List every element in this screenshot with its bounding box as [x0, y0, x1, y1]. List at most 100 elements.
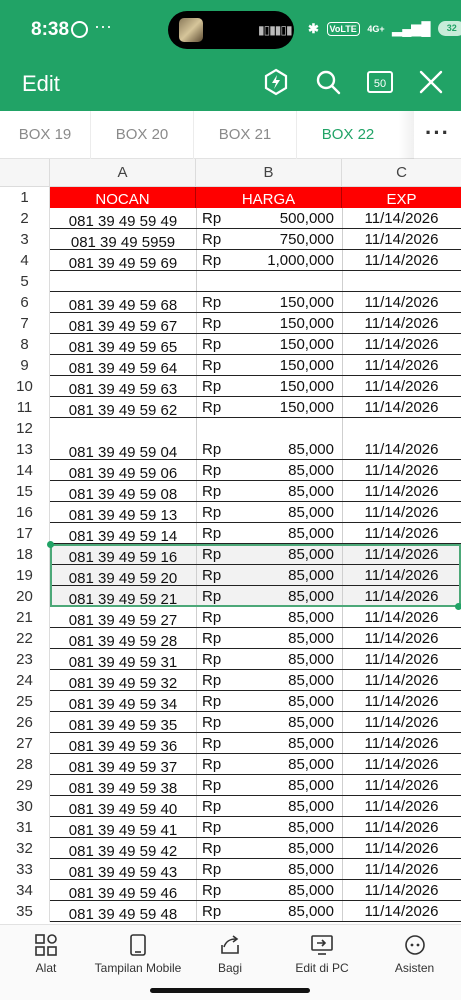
row-header[interactable]: 1: [0, 187, 50, 208]
cell-currency[interactable]: Rp: [202, 859, 232, 880]
cell-nocan[interactable]: 081 39 49 59 32: [50, 670, 196, 691]
cell-exp[interactable]: 11/14/2026: [342, 607, 461, 628]
row-header[interactable]: 26: [0, 712, 50, 733]
cell-harga[interactable]: 85,000: [232, 775, 334, 796]
spreadsheet-grid[interactable]: A B C 1 NOCAN HARGA EXP 2 081 39 49 59 49 Rp 50…: [0, 159, 461, 924]
row-header[interactable]: 2: [0, 208, 50, 229]
cell-exp[interactable]: [342, 271, 461, 292]
row-header[interactable]: 18: [0, 544, 50, 565]
cell-nocan[interactable]: 081 39 49 5959: [50, 229, 196, 250]
cell-exp[interactable]: 11/14/2026: [342, 754, 461, 775]
cell-nocan[interactable]: 081 39 49 59 38: [50, 775, 196, 796]
row-header[interactable]: 25: [0, 691, 50, 712]
cell-exp[interactable]: 11/14/2026: [342, 481, 461, 502]
cell-harga[interactable]: [232, 418, 334, 439]
cell-nocan[interactable]: 081 39 49 59 63: [50, 376, 196, 397]
dynamic-island[interactable]: ▮▯▮▮▯▮: [168, 11, 294, 49]
cell-exp[interactable]: 11/14/2026: [342, 208, 461, 229]
column-header-a[interactable]: A: [50, 159, 196, 187]
cell-harga[interactable]: 1,000,000: [232, 250, 334, 271]
more-tabs-icon[interactable]: ···: [414, 111, 461, 159]
row-header[interactable]: 3: [0, 229, 50, 250]
cell-exp[interactable]: 11/14/2026: [342, 817, 461, 838]
cell-exp[interactable]: 11/14/2026: [342, 502, 461, 523]
cell-currency[interactable]: Rp: [202, 901, 232, 922]
cell-nocan[interactable]: 081 39 49 59 69: [50, 250, 196, 271]
selection-handle-bottom[interactable]: [455, 603, 461, 610]
cell-harga[interactable]: 150,000: [232, 292, 334, 313]
cell-exp[interactable]: 11/14/2026: [342, 670, 461, 691]
cell-exp[interactable]: 11/14/2026: [342, 880, 461, 901]
cell-harga[interactable]: 150,000: [232, 397, 334, 418]
cell-nocan[interactable]: 081 39 49 59 06: [50, 460, 196, 481]
row-header[interactable]: 32: [0, 838, 50, 859]
wps-ai-icon[interactable]: [262, 68, 290, 96]
cell-harga[interactable]: 150,000: [232, 355, 334, 376]
cell-exp[interactable]: 11/14/2026: [342, 460, 461, 481]
row-header[interactable]: 10: [0, 376, 50, 397]
row-header[interactable]: 6: [0, 292, 50, 313]
cell-nocan[interactable]: 081 39 49 59 43: [50, 859, 196, 880]
cell-currency[interactable]: Rp: [202, 607, 232, 628]
cell-currency[interactable]: Rp: [202, 439, 232, 460]
tab-box-21[interactable]: BOX 21: [194, 111, 296, 159]
cell-currency[interactable]: Rp: [202, 880, 232, 901]
cell-exp[interactable]: 11/14/2026: [342, 859, 461, 880]
cell-harga[interactable]: 750,000: [232, 229, 334, 250]
row-header[interactable]: 27: [0, 733, 50, 754]
cell-nocan[interactable]: 081 39 49 59 08: [50, 481, 196, 502]
row-header[interactable]: 20: [0, 586, 50, 607]
cell-nocan[interactable]: 081 39 49 59 46: [50, 880, 196, 901]
edit-on-pc-button[interactable]: Edit di PC: [276, 925, 368, 985]
row-header[interactable]: 19: [0, 565, 50, 586]
selection-handle-top[interactable]: [47, 541, 54, 548]
cell-harga[interactable]: 85,000: [232, 502, 334, 523]
cell-exp[interactable]: 11/14/2026: [342, 292, 461, 313]
cell-harga[interactable]: 85,000: [232, 460, 334, 481]
column-header-b[interactable]: B: [196, 159, 342, 187]
cell-harga[interactable]: 150,000: [232, 334, 334, 355]
cell-exp[interactable]: 11/14/2026: [342, 355, 461, 376]
cell-exp[interactable]: [342, 418, 461, 439]
row-header[interactable]: 34: [0, 880, 50, 901]
cell-currency[interactable]: Rp: [202, 754, 232, 775]
cell-exp[interactable]: 11/14/2026: [342, 901, 461, 922]
cell-currency[interactable]: Rp: [202, 397, 232, 418]
cell-currency[interactable]: Rp: [202, 670, 232, 691]
cell-nocan[interactable]: 081 39 49 59 35: [50, 712, 196, 733]
cell-nocan[interactable]: 081 39 49 59 37: [50, 754, 196, 775]
cell-harga[interactable]: 85,000: [232, 670, 334, 691]
row-header[interactable]: 12: [0, 418, 50, 439]
cell-exp[interactable]: 11/14/2026: [342, 796, 461, 817]
select-all-corner[interactable]: [0, 159, 50, 187]
share-button[interactable]: Bagi: [184, 925, 276, 985]
cell-harga[interactable]: 85,000: [232, 649, 334, 670]
cell-harga[interactable]: 85,000: [232, 481, 334, 502]
cell-currency[interactable]: Rp: [202, 712, 232, 733]
cell-currency[interactable]: Rp: [202, 481, 232, 502]
cell-nocan[interactable]: 081 39 49 59 40: [50, 796, 196, 817]
cell-exp[interactable]: 11/14/2026: [342, 628, 461, 649]
cell-exp[interactable]: 11/14/2026: [342, 334, 461, 355]
selection-border[interactable]: [50, 544, 461, 607]
cell-nocan[interactable]: 081 39 49 59 13: [50, 502, 196, 523]
row-header[interactable]: 24: [0, 670, 50, 691]
cell-exp[interactable]: 11/14/2026: [342, 376, 461, 397]
header-cell-nocan[interactable]: NOCAN: [50, 187, 196, 208]
cell-currency[interactable]: Rp: [202, 292, 232, 313]
row-header[interactable]: 29: [0, 775, 50, 796]
cell-harga[interactable]: 85,000: [232, 817, 334, 838]
cell-harga[interactable]: 85,000: [232, 754, 334, 775]
tools-button[interactable]: Alat: [0, 925, 92, 985]
cell-harga[interactable]: 85,000: [232, 523, 334, 544]
cell-exp[interactable]: 11/14/2026: [342, 397, 461, 418]
row-header[interactable]: 9: [0, 355, 50, 376]
cell-nocan[interactable]: 081 39 49 59 67: [50, 313, 196, 334]
cell-exp[interactable]: 11/14/2026: [342, 250, 461, 271]
cell-nocan[interactable]: 081 39 49 59 62: [50, 397, 196, 418]
row-header[interactable]: 8: [0, 334, 50, 355]
tab-box-20[interactable]: BOX 20: [91, 111, 193, 159]
cell-nocan[interactable]: [50, 271, 196, 292]
header-cell-exp[interactable]: EXP: [342, 187, 461, 208]
column-header-c[interactable]: C: [342, 159, 461, 187]
